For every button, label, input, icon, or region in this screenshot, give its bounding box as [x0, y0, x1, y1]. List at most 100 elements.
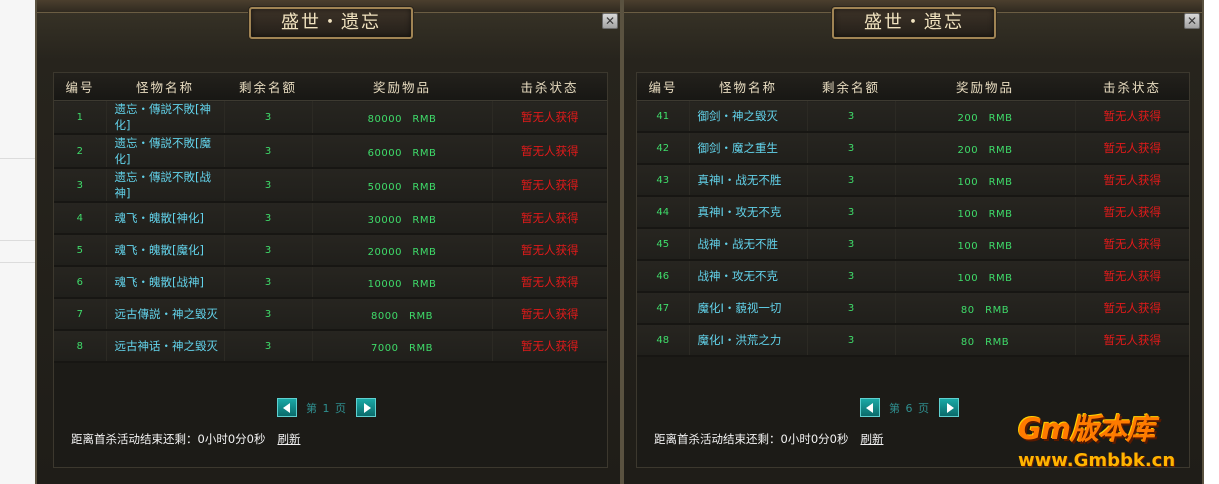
table-row: 4 魂飞・魄散[神化] 3 30000 RMB 暂无人获得	[54, 202, 607, 235]
table-row: 47 魔化Ⅰ・藐视一切 3 80 RMB 暂无人获得	[637, 292, 1189, 325]
row-number: 3	[54, 168, 107, 203]
refresh-link[interactable]: 刷新	[860, 432, 883, 446]
table-row: 41 御剑・神之毀灭 3 200 RMB 暂无人获得	[637, 100, 1189, 133]
header-monster-name: 怪物名称	[106, 73, 224, 101]
row-number: 5	[54, 234, 107, 267]
monster-name: 魂飞・魄散[战神]	[106, 266, 225, 299]
monster-name: 遗忘・傳説不敗[神化]	[106, 100, 225, 135]
left-background-strip	[0, 0, 36, 484]
table-row: 42 御剑・魔之重生 3 200 RMB 暂无人获得	[637, 132, 1189, 165]
kill-status: 暂无人获得	[1075, 228, 1189, 261]
prev-page-button[interactable]	[860, 398, 880, 417]
header-kill-status: 击杀状态	[492, 73, 607, 101]
pagination: 第 6 页	[860, 398, 970, 418]
table-row: 8 远古神话・神之毀灭 3 7000 RMB 暂无人获得	[54, 330, 607, 363]
row-number: 46	[637, 260, 690, 293]
boss-table: 编号 怪物名称 剩余名额 奖励物品 击杀状态 1 遗忘・傳説不敗[神化] 3 8000…	[54, 73, 607, 363]
monster-name: 真神Ⅰ・攻无不克	[689, 196, 808, 229]
prev-page-button[interactable]	[277, 398, 297, 417]
countdown-footer: 距离首杀活动结束还剩：0小时0分0秒 刷新	[71, 431, 300, 447]
table-row: 46 战神・攻无不克 3 100 RMB 暂无人获得	[637, 260, 1189, 293]
watermark-url: www.Gmbbk.cn	[1018, 450, 1176, 471]
remaining-count: 3	[807, 292, 896, 325]
row-number: 44	[637, 196, 690, 229]
kill-status: 暂无人获得	[1075, 164, 1189, 197]
reward-value: 100 RMB	[895, 164, 1076, 197]
header-reward: 奖励物品	[895, 73, 1075, 101]
countdown-text: 距离首杀活动结束还剩：0小时0分0秒	[654, 432, 849, 446]
reward-value: 200 RMB	[895, 100, 1076, 133]
monster-name: 战神・战无不胜	[689, 228, 808, 261]
remaining-count: 3	[807, 132, 896, 165]
reward-value: 100 RMB	[895, 196, 1076, 229]
remaining-count: 3	[224, 202, 313, 235]
table-row: 5 魂飞・魄散[魔化] 3 20000 RMB 暂无人获得	[54, 234, 607, 267]
reward-value: 80 RMB	[895, 324, 1076, 357]
kill-status: 暂无人获得	[1075, 324, 1189, 357]
close-icon[interactable]: ✕	[602, 13, 618, 29]
page-indicator: 第 1 页	[306, 402, 347, 415]
panel-title: 盛世・遗忘	[832, 7, 996, 39]
reward-value: 8000 RMB	[312, 298, 493, 331]
reward-value: 7000 RMB	[312, 330, 493, 363]
header-kill-status: 击杀状态	[1075, 73, 1189, 101]
kill-status: 暂无人获得	[492, 202, 607, 235]
arrow-left-icon	[283, 403, 290, 413]
pagination: 第 1 页	[277, 398, 387, 418]
table-row: 45 战神・战无不胜 3 100 RMB 暂无人获得	[637, 228, 1189, 261]
table-row: 6 魂飞・魄散[战神] 3 10000 RMB 暂无人获得	[54, 266, 607, 299]
kill-status: 暂无人获得	[1075, 100, 1189, 133]
kill-status: 暂无人获得	[492, 134, 607, 169]
reward-value: 50000 RMB	[312, 168, 493, 203]
kill-status: 暂无人获得	[492, 234, 607, 267]
remaining-count: 3	[807, 100, 896, 133]
reward-value: 20000 RMB	[312, 234, 493, 267]
kill-status: 暂无人获得	[492, 168, 607, 203]
table-row: 2 遗忘・傳説不敗[魔化] 3 60000 RMB 暂无人获得	[54, 134, 607, 169]
table-header-row: 编号 怪物名称 剩余名额 奖励物品 击杀状态	[54, 73, 607, 101]
countdown-text: 距离首杀活动结束还剩：0小时0分0秒	[71, 432, 266, 446]
table-row: 3 遗忘・傳説不敗[战神] 3 50000 RMB 暂无人获得	[54, 168, 607, 203]
kill-status: 暂无人获得	[1075, 260, 1189, 293]
monster-name: 御剑・魔之重生	[689, 132, 808, 165]
monster-name: 遗忘・傳説不敗[战神]	[106, 168, 225, 203]
site-watermark: Gm版本库 www.Gmbbk.cn	[1014, 402, 1216, 482]
reward-value: 80 RMB	[895, 292, 1076, 325]
refresh-link[interactable]: 刷新	[277, 432, 300, 446]
monster-name: 魔化Ⅰ・洪荒之力	[689, 324, 808, 357]
reward-value: 10000 RMB	[312, 266, 493, 299]
row-number: 7	[54, 298, 107, 331]
next-page-button[interactable]	[356, 398, 376, 417]
remaining-count: 3	[224, 134, 313, 169]
remaining-count: 3	[224, 100, 313, 135]
kill-status: 暂无人获得	[492, 298, 607, 331]
panel-title: 盛世・遗忘	[249, 7, 413, 39]
monster-name: 遗忘・傳説不敗[魔化]	[106, 134, 225, 169]
header-number: 编号	[54, 73, 106, 101]
reward-value: 60000 RMB	[312, 134, 493, 169]
arrow-right-icon	[947, 403, 954, 413]
remaining-count: 3	[807, 164, 896, 197]
remaining-count: 3	[807, 228, 896, 261]
remaining-count: 3	[807, 196, 896, 229]
remaining-count: 3	[224, 330, 313, 363]
reward-value: 30000 RMB	[312, 202, 493, 235]
row-number: 8	[54, 330, 107, 363]
remaining-count: 3	[224, 266, 313, 299]
monster-name: 魔化Ⅰ・藐视一切	[689, 292, 808, 325]
row-number: 42	[637, 132, 690, 165]
table-row: 1 遗忘・傳説不敗[神化] 3 80000 RMB 暂无人获得	[54, 100, 607, 135]
monster-name: 远古傳説・神之毀灭	[106, 298, 225, 331]
reward-value: 100 RMB	[895, 260, 1076, 293]
remaining-count: 3	[807, 324, 896, 357]
arrow-left-icon	[866, 403, 873, 413]
kill-status: 暂无人获得	[492, 100, 607, 135]
row-number: 41	[637, 100, 690, 133]
monster-name: 战神・攻无不克	[689, 260, 808, 293]
close-icon[interactable]: ✕	[1184, 13, 1200, 29]
table-header-row: 编号 怪物名称 剩余名额 奖励物品 击杀状态	[637, 73, 1189, 101]
header-number: 编号	[637, 73, 689, 101]
row-number: 2	[54, 134, 107, 169]
remaining-count: 3	[807, 260, 896, 293]
next-page-button[interactable]	[939, 398, 959, 417]
